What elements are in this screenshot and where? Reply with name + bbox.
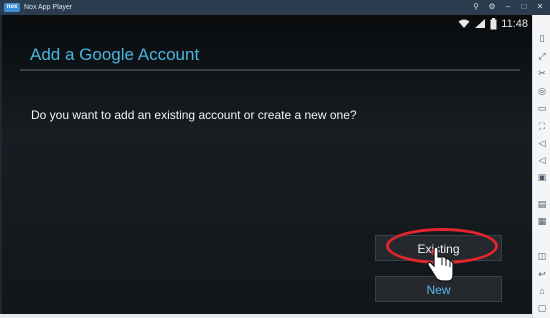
maximize-icon[interactable]: □ <box>518 1 530 13</box>
status-time: 11:48 <box>501 18 528 30</box>
title-divider <box>20 69 520 71</box>
toolbox-icon[interactable]: ▣ <box>537 172 547 182</box>
expand-icon[interactable]: ⤢ <box>537 51 547 61</box>
fullscreen-icon[interactable]: ⛶ <box>537 121 547 131</box>
back-icon[interactable]: ↩ <box>537 269 547 279</box>
hand-cursor-icon <box>427 246 454 282</box>
scissors-icon[interactable]: ✂ <box>537 68 547 78</box>
settings-icon[interactable]: ⚙ <box>486 1 498 13</box>
recent-apps-icon[interactable]: ▢ <box>537 303 547 313</box>
screen-icon[interactable]: ▭ <box>537 103 547 113</box>
nox-logo: nox <box>4 3 20 12</box>
home-icon[interactable]: ⌂ <box>537 286 547 296</box>
minimize-icon[interactable]: – <box>502 1 514 13</box>
volume-up-icon[interactable]: ◁ <box>537 138 547 148</box>
pin-icon[interactable]: ⚲ <box>470 1 482 13</box>
nox-sidebar: ▯ ⤢ ✂ ◎ ▭ ⛶ ◁ ◁ ▣ ▤ ▦ ◫ ↩ ⌂ ▢ <box>532 15 550 318</box>
window-controls: ⚲ ⚙ – □ ✕ <box>470 1 546 13</box>
status-bar: 11:48 <box>458 17 528 31</box>
files-icon[interactable]: ▯ <box>537 33 547 43</box>
signal-icon <box>475 19 486 28</box>
title-bar: nox Nox App Player ⚲ ⚙ – □ ✕ <box>0 0 550 15</box>
app-title: Nox App Player <box>24 4 73 11</box>
account-question: Do you want to add an existing account o… <box>31 108 357 122</box>
apk-icon[interactable]: ▤ <box>537 199 547 209</box>
volume-down-icon[interactable]: ◁ <box>537 155 547 165</box>
location-icon[interactable]: ◎ <box>537 86 547 96</box>
shake-icon[interactable]: ▦ <box>537 216 547 226</box>
battery-icon <box>490 18 497 30</box>
wifi-icon <box>458 19 470 28</box>
record-icon[interactable]: ◫ <box>537 251 547 261</box>
close-icon[interactable]: ✕ <box>534 1 546 13</box>
bottom-frame <box>0 314 532 318</box>
page-title: Add a Google Account <box>30 45 200 64</box>
nox-app-window: nox Nox App Player ⚲ ⚙ – □ ✕ 11:48 Add a… <box>0 0 550 318</box>
